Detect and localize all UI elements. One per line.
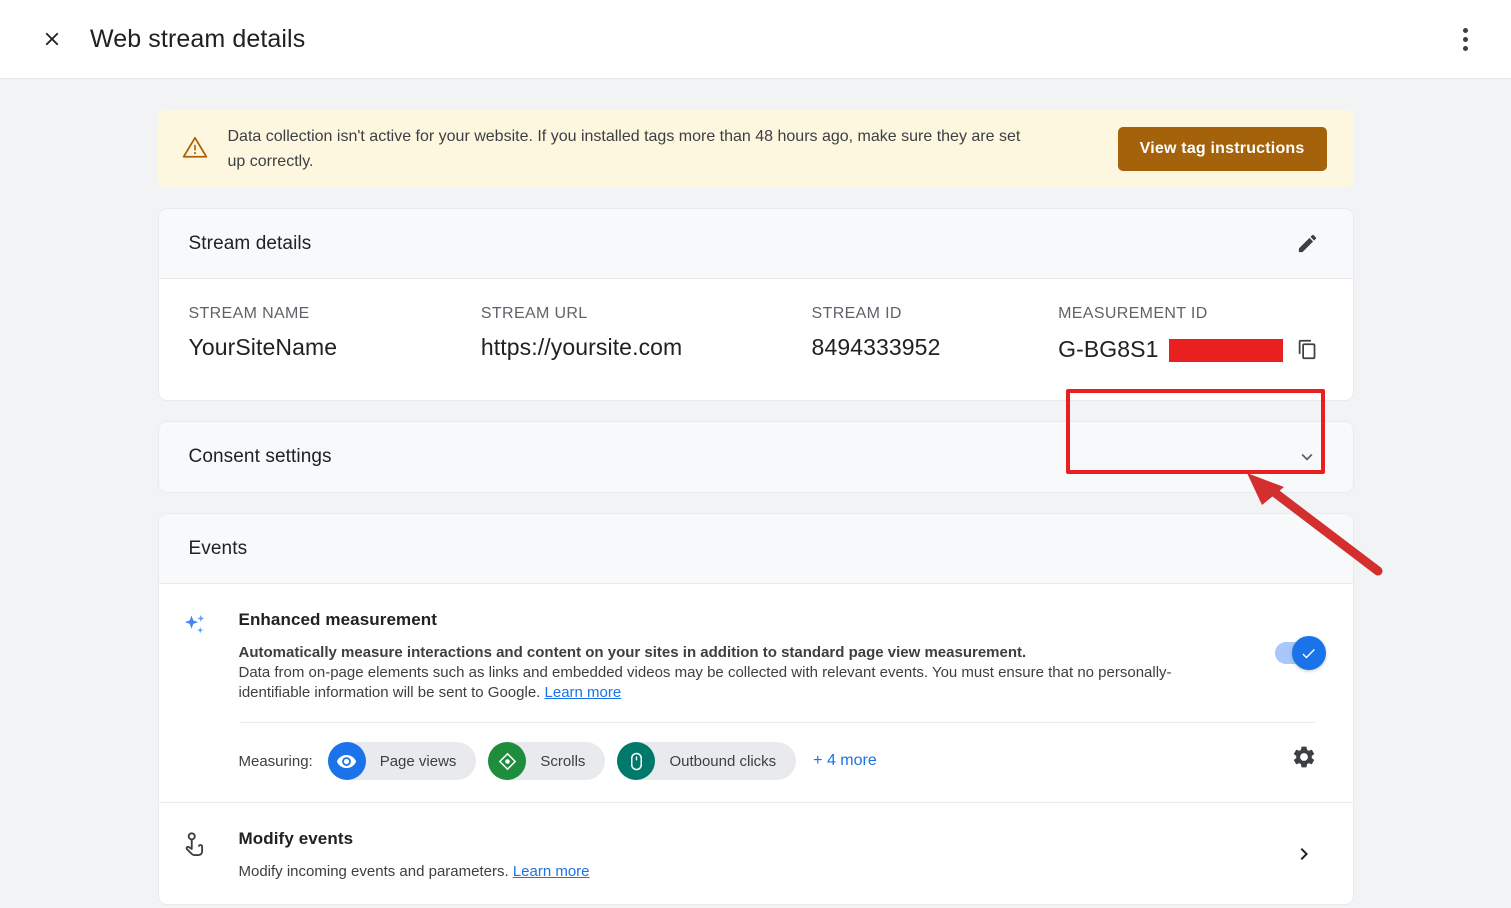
eye-icon xyxy=(327,742,366,780)
more-events-link[interactable]: + 4 more xyxy=(813,752,877,770)
warning-triangle-icon xyxy=(182,126,208,165)
consent-settings-card[interactable]: Consent settings xyxy=(157,421,1354,493)
chip-page-views[interactable]: Page views xyxy=(327,742,477,780)
modify-events-row[interactable]: Modify events Modify incoming events and… xyxy=(159,803,1353,904)
consent-settings-title: Consent settings xyxy=(188,446,332,467)
edit-stream-details-button[interactable] xyxy=(1287,223,1329,265)
mouse-icon xyxy=(617,742,656,780)
stream-name-value: YourSiteName xyxy=(188,334,338,360)
close-button[interactable] xyxy=(32,19,72,59)
enhanced-measurement-desc-rest: Data from on-page elements such as links… xyxy=(238,664,1172,701)
stream-url-label: STREAM URL xyxy=(480,305,588,322)
scroll-diamond-icon xyxy=(488,742,527,780)
chip-outbound-clicks-label: Outbound clicks xyxy=(669,752,777,770)
measurement-id-redaction xyxy=(1168,338,1283,362)
sparkles-icon xyxy=(181,610,239,780)
modify-events-open-button[interactable] xyxy=(1283,833,1325,875)
stream-id-label: STREAM ID xyxy=(811,305,902,322)
enhanced-measurement-settings-button[interactable] xyxy=(1283,736,1325,778)
chip-page-views-label: Page views xyxy=(379,752,457,770)
events-title: Events xyxy=(188,537,248,559)
chip-scrolls[interactable]: Scrolls xyxy=(488,742,606,780)
modify-events-description: Modify incoming events and parameters. L… xyxy=(239,862,1221,882)
stream-details-fields: STREAM NAME YourSiteName STREAM URL http… xyxy=(159,279,1353,400)
modify-events-learn-more-link[interactable]: Learn more xyxy=(513,863,590,880)
stream-name-label: STREAM NAME xyxy=(188,305,310,322)
enhanced-measurement-description: Automatically measure interactions and c… xyxy=(239,643,1221,703)
banner-message: Data collection isn't active for your we… xyxy=(227,128,1021,170)
stream-id-field: STREAM ID 8494333952 xyxy=(812,305,1059,364)
stream-details-header: Stream details xyxy=(158,209,1353,279)
enhanced-measurement-learn-more-link[interactable]: Learn more xyxy=(545,684,622,701)
copy-measurement-id-button[interactable] xyxy=(1293,334,1323,364)
consent-settings-header[interactable]: Consent settings xyxy=(158,422,1353,492)
measuring-label: Measuring: xyxy=(238,752,313,770)
modify-events-title: Modify events xyxy=(238,829,354,848)
close-icon xyxy=(45,32,59,46)
chip-outbound-clicks[interactable]: Outbound clicks xyxy=(617,742,797,780)
page-content: Data collection isn't active for your we… xyxy=(0,79,1511,908)
measurement-id-field: MEASUREMENT ID G-BG8S1 xyxy=(1058,305,1322,364)
stream-name-field: STREAM NAME YourSiteName xyxy=(189,305,481,364)
enhanced-measurement-toggle[interactable] xyxy=(1274,636,1326,670)
more-vert-icon xyxy=(1462,45,1468,51)
stream-id-value: 8494333952 xyxy=(811,334,941,360)
modify-events-desc: Modify incoming events and parameters. xyxy=(238,863,513,880)
stream-details-card: Stream details STREAM NAME YourSiteName … xyxy=(157,208,1354,401)
more-vert-icon xyxy=(1462,27,1468,33)
consent-expand-button[interactable] xyxy=(1287,437,1327,477)
gear-icon xyxy=(1293,746,1314,768)
stream-url-field: STREAM URL https://yoursite.com xyxy=(481,305,812,364)
more-vert-icon xyxy=(1462,36,1468,42)
measuring-chips-row: Measuring: Page views Scrolls Outbound c… xyxy=(239,742,1323,780)
copy-icon xyxy=(1298,339,1316,359)
enhanced-measurement-title: Enhanced measurement xyxy=(238,610,438,629)
chip-scrolls-label: Scrolls xyxy=(540,752,586,770)
measurement-id-value: G-BG8S1 xyxy=(1058,335,1159,362)
overflow-menu-button[interactable] xyxy=(1443,17,1487,61)
enhanced-measurement-row: Enhanced measurement Automatically measu… xyxy=(158,584,1353,803)
chevron-right-icon xyxy=(1300,847,1308,860)
view-tag-instructions-button[interactable]: View tag instructions xyxy=(1117,127,1327,171)
chevron-down-icon xyxy=(1301,453,1312,461)
app-bar: Web stream details xyxy=(0,0,1511,79)
events-header: Events xyxy=(158,514,1353,584)
measurement-id-label: MEASUREMENT ID xyxy=(1058,305,1208,322)
toggle-knob-checked xyxy=(1291,636,1326,670)
stream-details-title: Stream details xyxy=(188,232,312,254)
check-icon xyxy=(1302,648,1315,658)
tap-hand-icon xyxy=(181,829,239,882)
events-card: Events Enhanced measurement Automaticall… xyxy=(157,513,1354,905)
enhanced-measurement-desc-bold: Automatically measure interactions and c… xyxy=(238,644,1027,661)
pencil-edit-icon xyxy=(1298,234,1317,253)
data-collection-warning-banner: Data collection isn't active for your we… xyxy=(157,110,1354,188)
page-title: Web stream details xyxy=(90,24,306,53)
divider xyxy=(238,722,1315,723)
stream-url-value: https://yoursite.com xyxy=(480,334,683,360)
